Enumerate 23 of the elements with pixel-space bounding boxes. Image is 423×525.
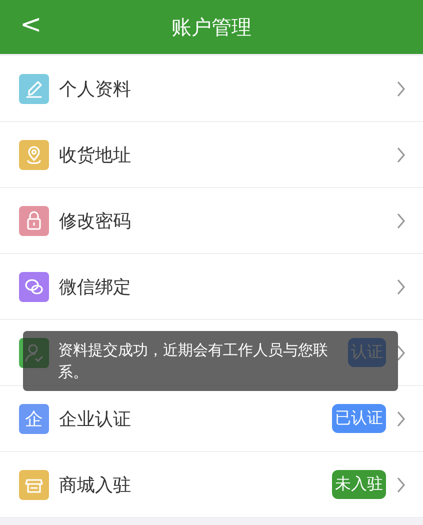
chevron-right-icon (396, 476, 406, 494)
status-badge: 已认证 (332, 404, 386, 433)
item-label: 个人资料 (59, 78, 132, 100)
item-label: 企业认证 (59, 408, 132, 430)
chevron-right-icon (396, 146, 406, 164)
back-button[interactable]: < (14, 10, 48, 40)
chevron-right-icon (396, 278, 406, 296)
chevron-right-icon (396, 80, 406, 98)
item-label: 微信绑定 (59, 276, 132, 298)
menu-item[interactable]: 收货地址 (0, 122, 423, 188)
status-badge: 未入驻 (332, 470, 386, 499)
menu-item[interactable]: 微信绑定 (0, 254, 423, 320)
menu-item[interactable]: 商城入驻 未入驻 (0, 452, 423, 518)
menu-item[interactable]: 个人资料 (0, 56, 423, 122)
item-label: 商城入驻 (59, 474, 132, 496)
page-title: 账户管理 (172, 14, 252, 40)
chevron-right-icon (396, 410, 406, 428)
menu-item[interactable]: 修改密码 (0, 188, 423, 254)
chevron-right-icon (396, 344, 406, 362)
item-label: 修改密码 (59, 210, 132, 232)
item-label: 收货地址 (59, 144, 132, 166)
chevron-right-icon (396, 212, 406, 230)
company-icon: 企 (19, 404, 49, 434)
